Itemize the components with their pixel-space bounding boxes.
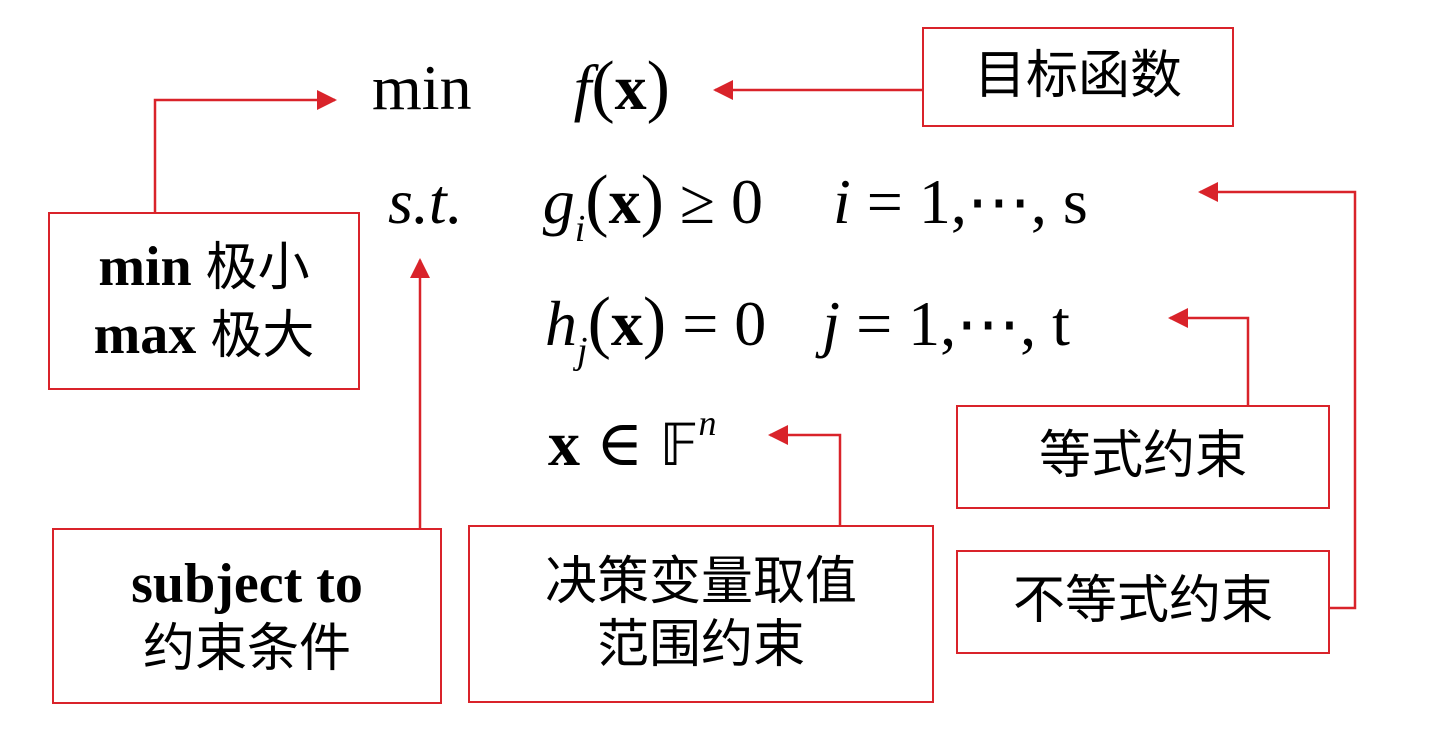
subject-to-en: subject to xyxy=(131,553,363,616)
equality-label-box: 等式约束 xyxy=(956,405,1330,509)
arrow-minmax xyxy=(153,90,337,212)
objective-label-box: 目标函数 xyxy=(922,27,1234,127)
equality-label: 等式约束 xyxy=(1038,426,1247,487)
domain-label-box: 决策变量取值 范围约束 xyxy=(468,525,934,703)
eq-range: = 1,⋯, t xyxy=(856,288,1070,359)
domain-label-line1: 决策变量取值 xyxy=(544,551,857,612)
domain-set: 𝔽 xyxy=(659,411,699,479)
arrow-domain xyxy=(768,425,842,525)
objective-arg: x xyxy=(614,52,647,123)
eq-sub: j xyxy=(577,330,588,372)
objective-func: f xyxy=(573,52,592,123)
max-en: max xyxy=(93,304,197,366)
equality-formula: hj(x) = 0 j = 1,⋯, t xyxy=(545,284,1070,372)
eq-arg: x xyxy=(610,288,643,359)
objective-formula: min f(x) xyxy=(372,48,670,125)
subject-to-zh: 约束条件 xyxy=(142,619,351,680)
ineq-idx: i xyxy=(833,166,851,237)
inequality-formula: s.t. gi(x) ≥ 0 i = 1,⋯, s xyxy=(388,162,1088,250)
st-label: s.t. xyxy=(388,166,463,237)
domain-label-line2: 范围约束 xyxy=(596,615,805,675)
arrow-equality xyxy=(1168,308,1250,405)
min-en: min xyxy=(98,235,192,298)
objective-label: 目标函数 xyxy=(973,46,1182,107)
eq-func: h xyxy=(545,288,577,359)
domain-formula: x ∈ 𝔽n xyxy=(548,405,716,479)
ineq-range: = 1,⋯, s xyxy=(866,166,1088,237)
ineq-rel: ≥ 0 xyxy=(679,166,763,237)
optimization-diagram: min f(x) s.t. gi(x) ≥ 0 i = 1,⋯, s hj(x)… xyxy=(0,0,1438,754)
domain-rel: ∈ xyxy=(596,408,644,479)
max-zh: 极大 xyxy=(210,306,315,366)
min-zh: 极小 xyxy=(205,237,310,298)
inequality-label: 不等式约束 xyxy=(1012,571,1273,632)
subject-to-box: subject to 约束条件 xyxy=(52,528,442,704)
minmax-box: min 极小 max 极大 xyxy=(48,212,360,390)
ineq-arg: x xyxy=(608,166,641,237)
eq-idx: j xyxy=(822,288,841,359)
ineq-func: g xyxy=(542,166,575,237)
domain-sup: n xyxy=(698,403,717,443)
min-operator: min xyxy=(372,52,472,123)
inequality-label-box: 不等式约束 xyxy=(956,550,1330,654)
domain-var: x xyxy=(548,408,580,479)
arrow-inequality xyxy=(1198,182,1357,610)
min-line: min 极小 xyxy=(98,233,309,301)
ineq-sub: i xyxy=(574,208,586,250)
max-line: max 极大 xyxy=(94,301,315,369)
eq-rel: = 0 xyxy=(682,288,767,359)
